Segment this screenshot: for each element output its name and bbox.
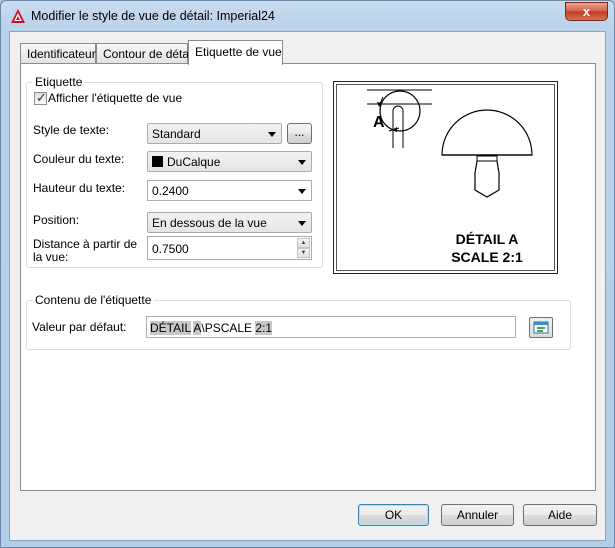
label-group-title: Etiquette xyxy=(32,75,86,89)
preview-label-line2: SCALE 2:1 xyxy=(451,249,523,265)
dialog-client: Identificateur Contour de détail Etiquet… xyxy=(9,31,606,541)
tab-panel: Etiquette ✓ Afficher l'étiquette de vue … xyxy=(20,63,596,491)
position-label: Position: xyxy=(33,213,80,227)
spinner-buttons: ▲ ▼ xyxy=(297,238,310,258)
chevron-down-icon xyxy=(268,132,276,137)
distance-value: 0.7500 xyxy=(152,242,189,256)
show-label-checkbox[interactable]: ✓ xyxy=(34,90,47,105)
checkmark-icon: ✓ xyxy=(36,90,47,105)
spin-up-icon[interactable]: ▲ xyxy=(297,238,310,248)
field-detail: DÉTAIL xyxy=(150,321,191,335)
insert-field-icon xyxy=(533,321,549,334)
text-style-value: Standard xyxy=(152,127,201,141)
position-value: En dessous de la vue xyxy=(152,216,267,230)
label-group: Etiquette ✓ Afficher l'étiquette de vue … xyxy=(26,75,323,268)
insert-field-button[interactable] xyxy=(529,317,553,338)
text-color-value-wrap: DuCalque xyxy=(152,155,220,169)
window-title: Modifier le style de vue de détail: Impe… xyxy=(31,9,275,23)
chevron-down-icon xyxy=(298,160,306,165)
default-value-text: DÉTAIL A\PSCALE 2:1 xyxy=(150,321,273,335)
text-style-browse-button[interactable]: ... xyxy=(287,123,312,144)
content-group-title: Contenu de l'étiquette xyxy=(32,293,155,307)
title-bar[interactable]: Modifier le style de vue de détail: Impe… xyxy=(1,1,614,31)
position-select[interactable]: En dessous de la vue xyxy=(147,212,312,233)
preview-pane: A DÉTAIL A SCALE 2:1 xyxy=(333,81,558,274)
text-color-label: Couleur du texte: xyxy=(33,152,125,166)
ok-button[interactable]: OK xyxy=(358,504,429,526)
default-value-input[interactable]: DÉTAIL A\PSCALE 2:1 xyxy=(146,316,516,338)
tab-contour-detail[interactable]: Contour de détail xyxy=(96,43,194,64)
close-button[interactable]: x xyxy=(565,2,608,21)
spin-down-icon[interactable]: ▼ xyxy=(297,248,310,258)
field-pscale: \PSCALE xyxy=(201,321,256,335)
chevron-down-icon xyxy=(298,189,306,194)
text-height-value: 0.2400 xyxy=(152,184,189,198)
distance-spinner[interactable]: 0.7500 ▲ ▼ xyxy=(147,236,312,260)
dialog-window: Modifier le style de vue de détail: Impe… xyxy=(0,0,615,548)
tab-etiquette-vue[interactable]: Etiquette de vue xyxy=(188,40,283,65)
text-color-select[interactable]: DuCalque xyxy=(147,151,312,172)
preview-label-line1: DÉTAIL A xyxy=(456,231,519,247)
help-button[interactable]: Aide xyxy=(523,504,597,526)
callout-letter: A xyxy=(373,114,385,131)
field-scale: 2:1 xyxy=(255,321,273,335)
text-height-combo[interactable]: 0.2400 xyxy=(147,180,312,201)
default-value-label: Valeur par défaut: xyxy=(32,320,127,334)
autocad-app-icon xyxy=(11,9,25,23)
text-height-label: Hauteur du texte: xyxy=(33,181,126,195)
cancel-button[interactable]: Annuler xyxy=(441,504,514,526)
chevron-down-icon xyxy=(298,221,306,226)
text-color-value: DuCalque xyxy=(167,155,221,169)
color-swatch-icon xyxy=(152,156,163,167)
text-style-label: Style de texte: xyxy=(33,123,110,137)
detail-preview-drawing: A DÉTAIL A SCALE 2:1 xyxy=(367,89,533,265)
distance-label-line2: la vue: xyxy=(33,250,69,264)
tab-identificateur[interactable]: Identificateur xyxy=(20,43,96,64)
text-style-select[interactable]: Standard xyxy=(147,123,282,144)
show-label-text: Afficher l'étiquette de vue xyxy=(48,91,183,105)
preview-inner: A DÉTAIL A SCALE 2:1 xyxy=(336,84,555,271)
